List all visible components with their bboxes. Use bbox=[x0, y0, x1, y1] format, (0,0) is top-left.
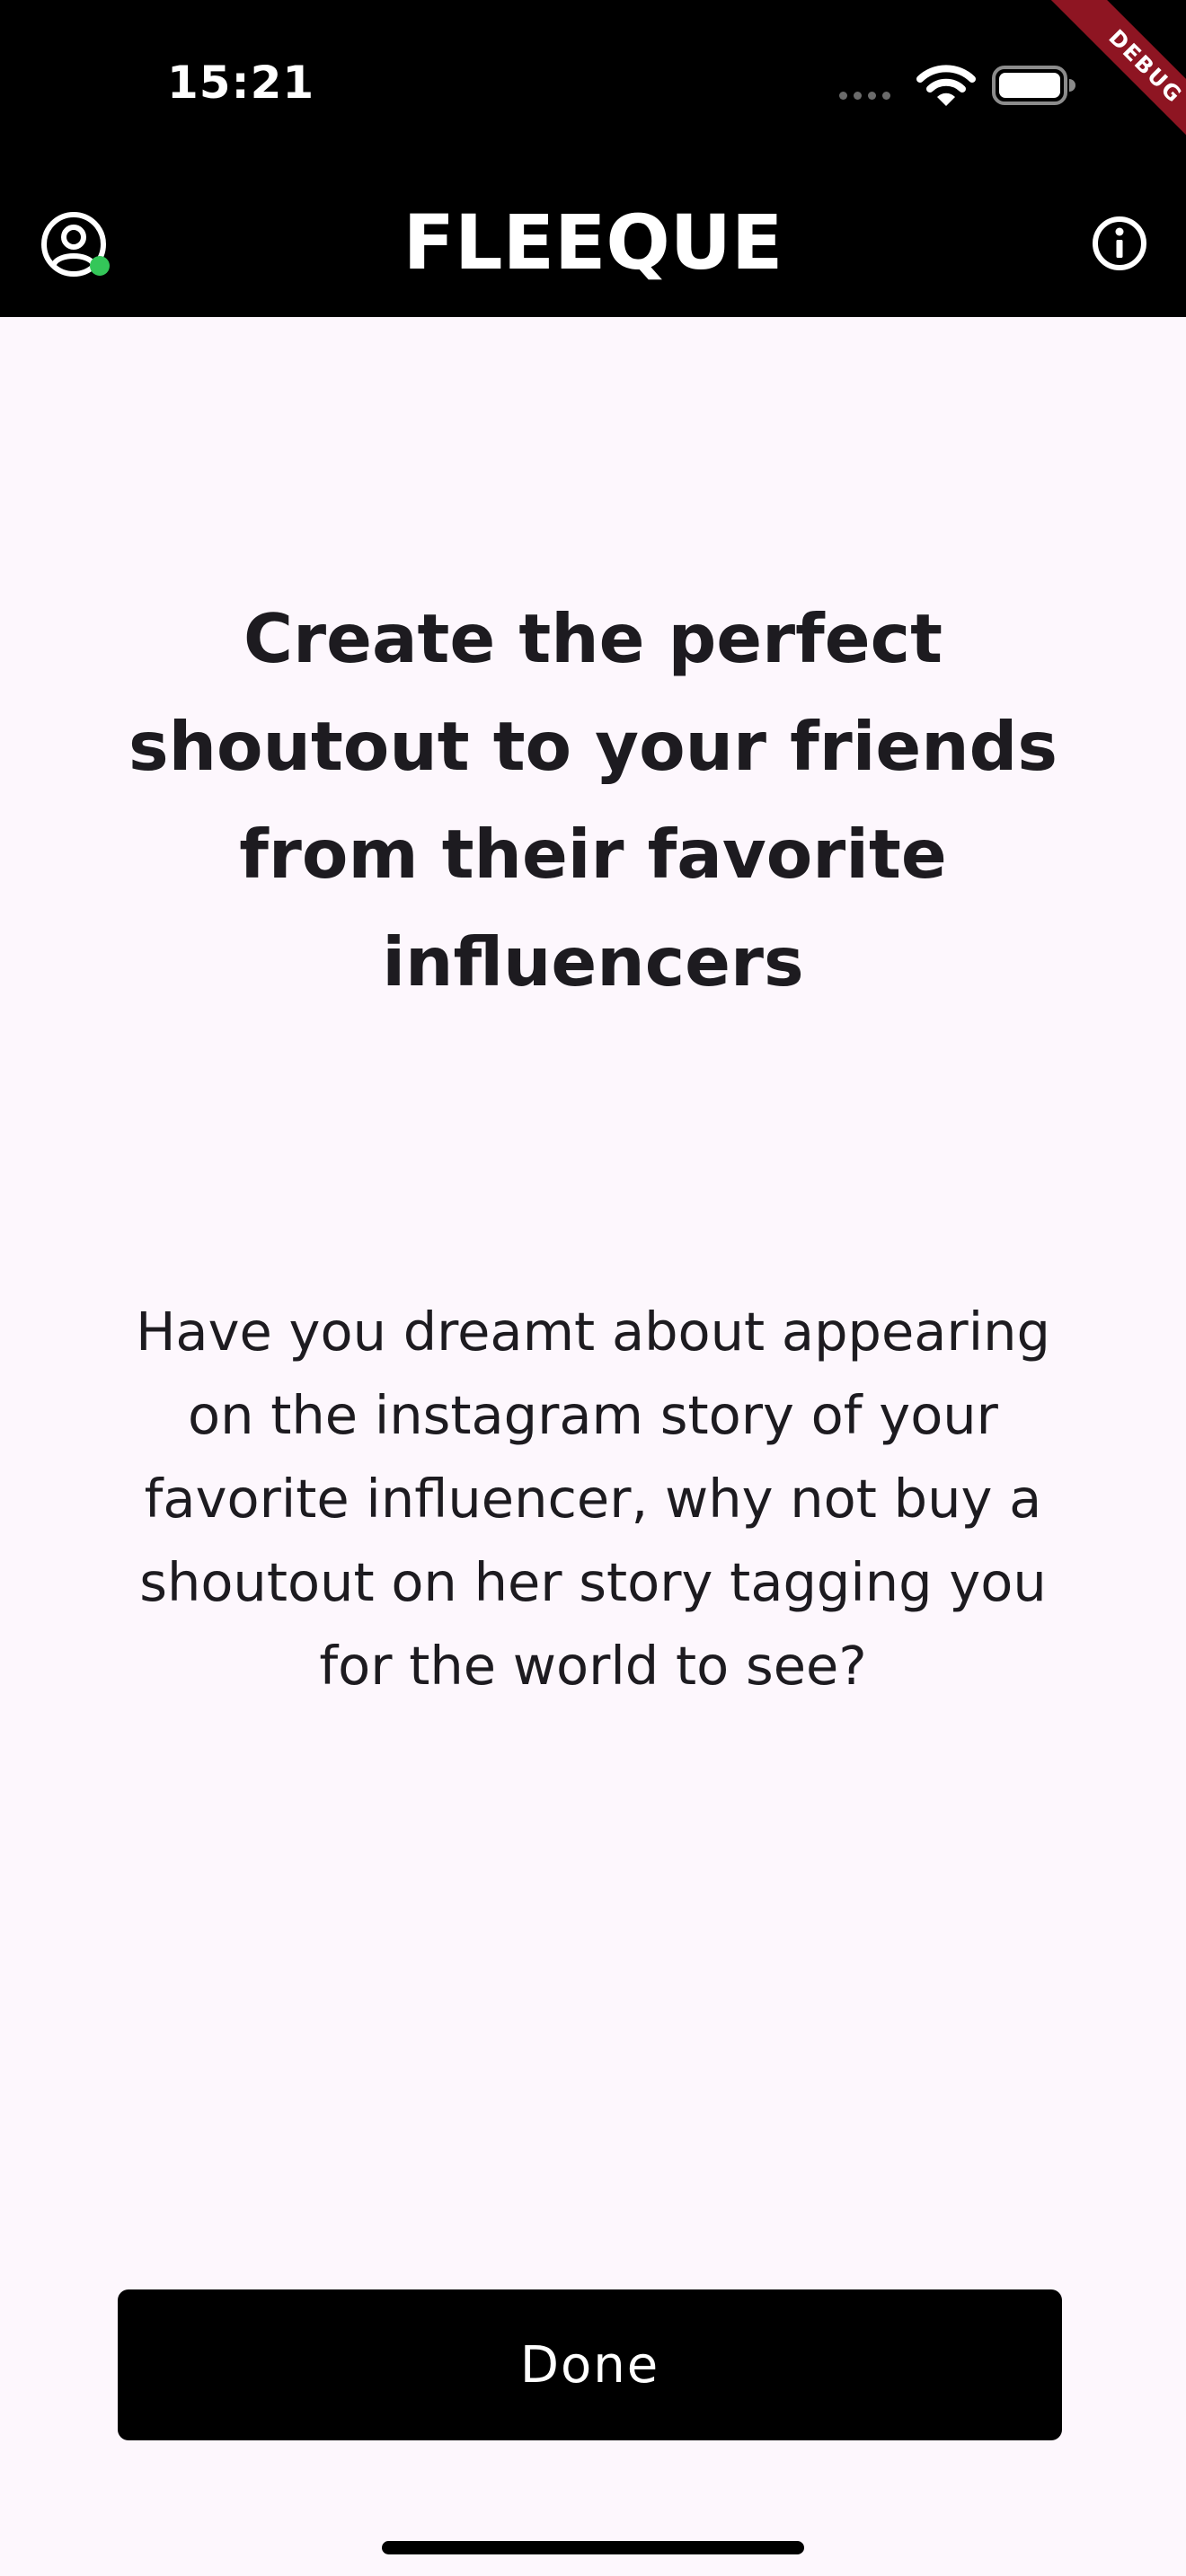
info-button[interactable] bbox=[1089, 213, 1150, 274]
done-button[interactable]: Done bbox=[118, 2289, 1062, 2440]
headline: Create the perfect shoutout to your frie… bbox=[128, 599, 1058, 1001]
app-title: FLEEQUE bbox=[403, 198, 783, 287]
wifi-icon bbox=[916, 65, 976, 106]
battery-icon bbox=[992, 66, 1075, 105]
info-icon bbox=[1093, 216, 1146, 270]
cellular-signal-icon bbox=[839, 92, 890, 100]
status-bar-time: 15:21 bbox=[167, 57, 315, 109]
description: Have you dreamt about appearing on the i… bbox=[136, 1301, 1050, 1697]
home-indicator bbox=[382, 2541, 804, 2554]
